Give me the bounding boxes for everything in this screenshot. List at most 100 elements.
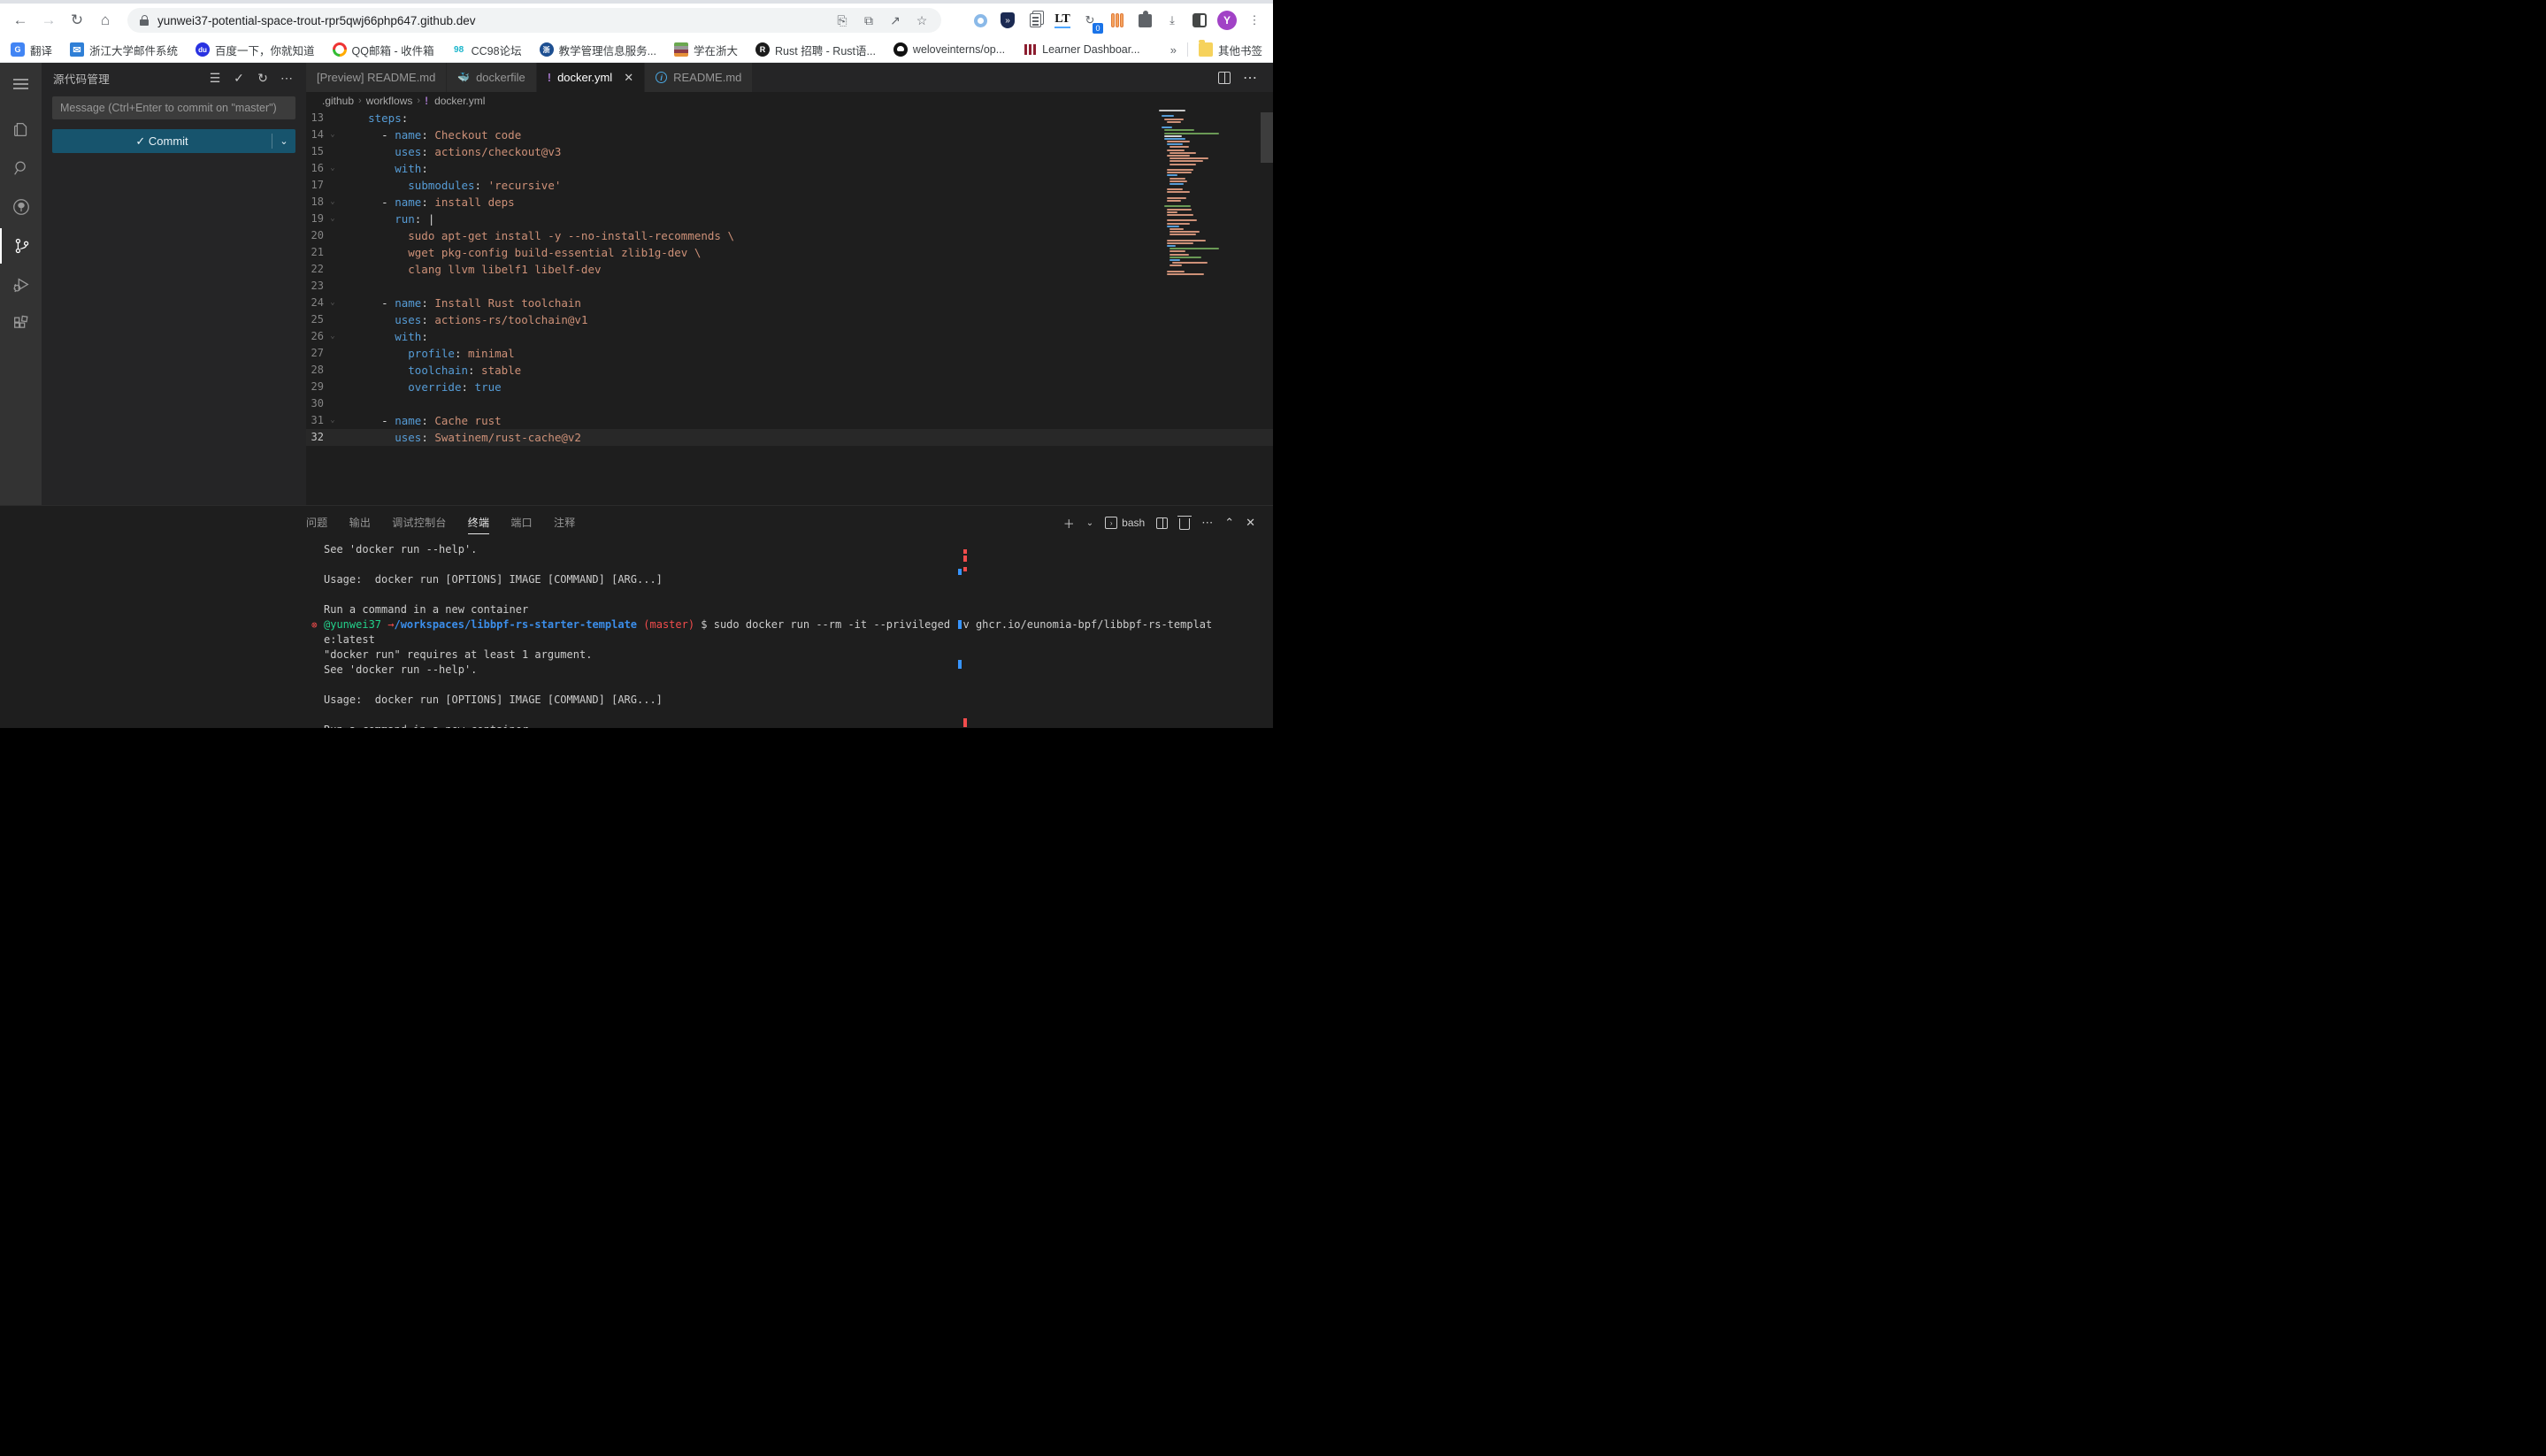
code-line[interactable]: 28 toolchain: stable	[306, 362, 1273, 379]
forward-icon[interactable]: →	[37, 9, 60, 32]
split-terminal-icon[interactable]	[1156, 517, 1168, 529]
fold-chevron-icon[interactable]: ⌄	[324, 295, 341, 311]
extension-shield-icon[interactable]: »	[998, 11, 1017, 30]
code-line[interactable]: 25 uses: actions-rs/toolchain@v1	[306, 311, 1273, 328]
code-line[interactable]: 32 uses: Swatinem/rust-cache@v2	[306, 429, 1273, 446]
more-actions-icon[interactable]: ⋯	[280, 71, 294, 86]
fold-chevron-icon[interactable]: ⌄	[324, 126, 341, 143]
downloads-icon[interactable]: ⤓	[1162, 11, 1182, 30]
back-icon[interactable]: ←	[9, 9, 32, 32]
panel-tab-注释[interactable]: 注释	[554, 511, 576, 534]
bookmark-item[interactable]: 浙江大学邮件系统	[70, 42, 178, 58]
terminal-instance[interactable]: › bash	[1105, 517, 1145, 529]
bookmark-item[interactable]: weloveinterns/op...	[893, 42, 1005, 57]
browser-menu-kebab-icon[interactable]: ⋮	[1245, 11, 1264, 30]
code-editor[interactable]: 13 steps:14⌄ - name: Checkout code15 use…	[306, 110, 1273, 505]
tab--preview-readme-md[interactable]: [Preview] README.md	[306, 63, 447, 92]
commit-button[interactable]: ✓ Commit ⌄	[52, 129, 295, 153]
commit-dropdown-chevron-icon[interactable]: ⌄	[272, 135, 295, 147]
terminal-output[interactable]: See 'docker run --help'.Usage: docker ru…	[306, 540, 1273, 728]
bookmark-item[interactable]: 翻译	[11, 42, 52, 58]
explorer-icon[interactable]	[0, 111, 42, 147]
commit-check-icon[interactable]: ✓	[232, 71, 246, 86]
lock-icon[interactable]	[140, 15, 149, 26]
terminal-dropdown-chevron-icon[interactable]: ⌄	[1086, 518, 1093, 528]
panel-tab-输出[interactable]: 输出	[349, 511, 372, 534]
code-line[interactable]: 20 sudo apt-get install -y --no-install-…	[306, 227, 1273, 244]
code-line[interactable]: 24⌄ - name: Install Rust toolchain	[306, 295, 1273, 311]
github-icon[interactable]	[0, 189, 42, 225]
run-debug-icon[interactable]	[0, 267, 42, 303]
view-as-list-icon[interactable]: ☰	[208, 71, 222, 86]
code-line[interactable]: 30	[306, 395, 1273, 412]
commit-message-input[interactable]	[52, 96, 295, 119]
search-icon[interactable]	[0, 150, 42, 186]
bookmarks-overflow-chevron[interactable]: »	[1170, 43, 1177, 57]
bookmark-item[interactable]: 教学管理信息服务...	[540, 42, 656, 58]
editor-more-actions-icon[interactable]: ⋯	[1243, 69, 1257, 87]
reload-icon[interactable]: ↻	[65, 9, 88, 32]
panel-tab-端口[interactable]: 端口	[510, 511, 533, 534]
languagetool-icon[interactable]: LT	[1053, 11, 1072, 30]
crayons-extension-icon[interactable]	[1108, 11, 1127, 30]
breadcrumb-item[interactable]: workflows	[366, 95, 413, 107]
code-line[interactable]: 17 submodules: 'recursive'	[306, 177, 1273, 194]
address-bar[interactable]: yunwei37-potential-space-trout-rpr5qwj66…	[127, 8, 941, 33]
tab-dockerfile[interactable]: 🐳dockerfile	[447, 63, 536, 92]
menu-hamburger-icon[interactable]	[0, 66, 42, 102]
extensions-puzzle-icon[interactable]	[1135, 11, 1154, 30]
extension-circle-icon[interactable]	[970, 11, 990, 30]
fold-chevron-icon[interactable]: ⌄	[324, 160, 341, 177]
other-bookmarks-folder[interactable]: 其他书签	[1199, 42, 1262, 58]
code-line[interactable]: 31⌄ - name: Cache rust	[306, 412, 1273, 429]
panel-tab-问题[interactable]: 问题	[306, 511, 328, 534]
tab-readme-md[interactable]: iREADME.md	[645, 63, 753, 92]
panel-more-actions-icon[interactable]: ⋯	[1201, 516, 1213, 530]
code-line[interactable]: 14⌄ - name: Checkout code	[306, 126, 1273, 143]
bookmark-item[interactable]: CC98论坛	[452, 42, 522, 58]
bookmark-item[interactable]: 百度一下，你就知道	[196, 42, 315, 58]
fold-chevron-icon[interactable]: ⌄	[324, 328, 341, 345]
code-line[interactable]: 29 override: true	[306, 379, 1273, 395]
code-line[interactable]: 15 uses: actions/checkout@v3	[306, 143, 1273, 160]
panel-tab-终端[interactable]: 终端	[468, 511, 490, 534]
url-text[interactable]: yunwei37-potential-space-trout-rpr5qwj66…	[157, 14, 826, 27]
fold-chevron-icon[interactable]: ⌄	[324, 194, 341, 211]
bookmark-star-icon[interactable]: ☆	[911, 10, 932, 31]
share-icon[interactable]: ↗	[885, 10, 906, 31]
editor-scrollbar[interactable]	[1261, 110, 1273, 505]
extension-pages-icon[interactable]	[1025, 11, 1045, 30]
code-line[interactable]: 16⌄ with:	[306, 160, 1273, 177]
source-control-icon[interactable]	[0, 228, 42, 264]
maximize-panel-icon[interactable]: ⌃	[1224, 516, 1234, 530]
code-line[interactable]: 22 clang llvm libelf1 libelf-dev	[306, 261, 1273, 278]
close-panel-icon[interactable]: ✕	[1246, 516, 1255, 530]
fold-chevron-icon[interactable]: ⌄	[324, 412, 341, 429]
code-line[interactable]: 13 steps:	[306, 110, 1273, 126]
task-clipboard-icon[interactable]: ⎘	[832, 10, 853, 31]
bookmark-item[interactable]: QQ邮箱 - 收件箱	[333, 42, 434, 58]
close-tab-icon[interactable]: ✕	[624, 71, 633, 85]
bookmark-item[interactable]: Learner Dashboar...	[1023, 42, 1140, 57]
code-line[interactable]: 19⌄ run: |	[306, 211, 1273, 227]
bookmark-item[interactable]: 学在浙大	[674, 42, 738, 58]
profile-avatar[interactable]: Y	[1217, 11, 1237, 30]
fold-chevron-icon[interactable]: ⌄	[324, 211, 341, 227]
code-line[interactable]: 21 wget pkg-config build-essential zlib1…	[306, 244, 1273, 261]
kill-terminal-icon[interactable]	[1179, 518, 1190, 530]
sidebar-toggle-icon[interactable]	[1190, 11, 1209, 30]
breadcrumb-item[interactable]: .github	[322, 95, 354, 107]
open-in-new-icon[interactable]: ⧉	[858, 10, 879, 31]
tab-docker-yml[interactable]: !docker.yml✕	[537, 63, 645, 92]
bookmark-item[interactable]: Rust 招聘 - Rust语...	[755, 42, 876, 58]
new-terminal-icon[interactable]: ＋	[1063, 515, 1075, 532]
sync-extension-icon[interactable]: ↻0	[1080, 11, 1100, 30]
code-line[interactable]: 23	[306, 278, 1273, 295]
home-icon[interactable]: ⌂	[94, 9, 117, 32]
code-line[interactable]: 27 profile: minimal	[306, 345, 1273, 362]
panel-tab-调试控制台[interactable]: 调试控制台	[392, 511, 447, 534]
extensions-icon[interactable]	[0, 306, 42, 341]
editor-scrollbar-slider[interactable]	[1261, 112, 1273, 163]
minimap[interactable]	[1159, 110, 1235, 505]
breadcrumb-file[interactable]: docker.yml	[434, 95, 485, 107]
